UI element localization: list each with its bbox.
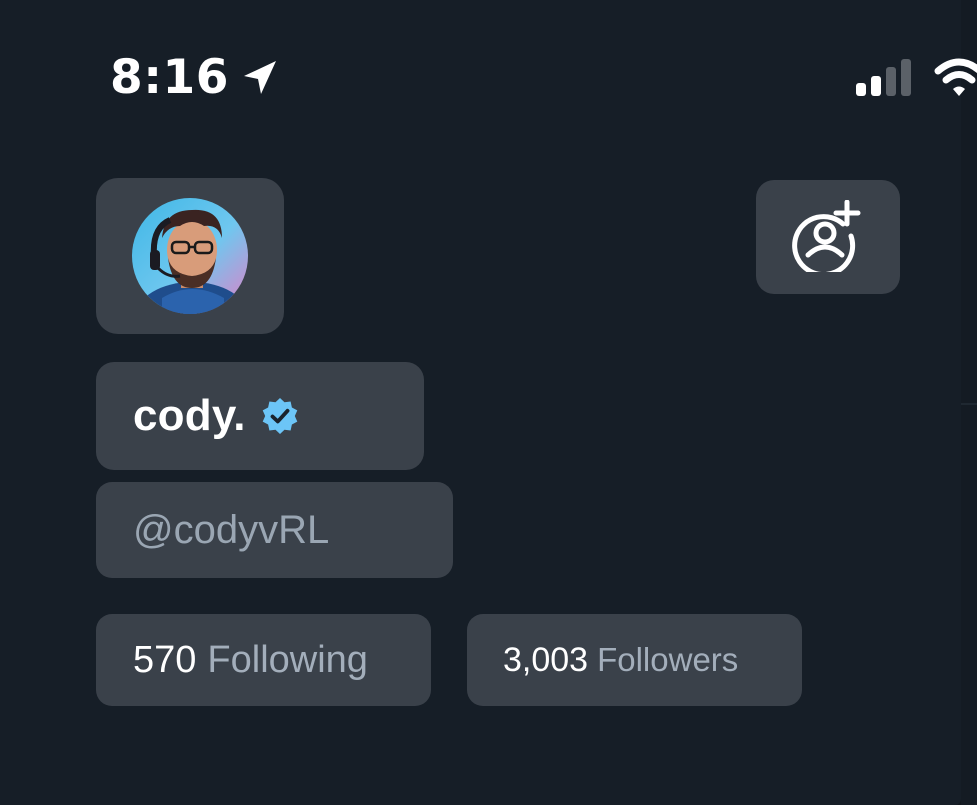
following-label: Following <box>207 638 368 681</box>
following-count: 570 <box>133 638 197 681</box>
display-name-row: cody. <box>133 362 300 470</box>
avatar-card[interactable] <box>96 178 284 334</box>
verified-badge-icon[interactable] <box>260 396 300 436</box>
username-handle: @codyvRL <box>133 508 330 552</box>
followers-count: 3,003 <box>503 640 589 679</box>
profile-screen: 8:16 cody. @codyvRL 570 Following 3,003 … <box>0 0 977 805</box>
avatar[interactable] <box>132 198 248 314</box>
following-stat-row: 570 Following <box>133 614 368 706</box>
adjacent-panel-divider <box>961 403 977 405</box>
status-time: 8:16 <box>110 50 229 105</box>
follow-button[interactable] <box>756 180 900 294</box>
display-name-card: cody. <box>96 362 424 470</box>
display-name: cody. <box>133 391 246 440</box>
wifi-icon <box>934 58 977 96</box>
cellular-signal-icon <box>856 59 911 96</box>
status-bar-time-group: 8:16 <box>110 50 279 106</box>
followers-label: Followers <box>597 641 739 678</box>
followers-stat-row: 3,003 Followers <box>503 614 738 706</box>
following-stat[interactable]: 570 Following <box>96 614 431 706</box>
followers-stat[interactable]: 3,003 Followers <box>467 614 802 706</box>
handle-card: @codyvRL <box>96 482 453 578</box>
avatar-image <box>132 198 248 314</box>
location-arrow-icon <box>243 61 276 94</box>
add-person-icon <box>792 200 861 272</box>
